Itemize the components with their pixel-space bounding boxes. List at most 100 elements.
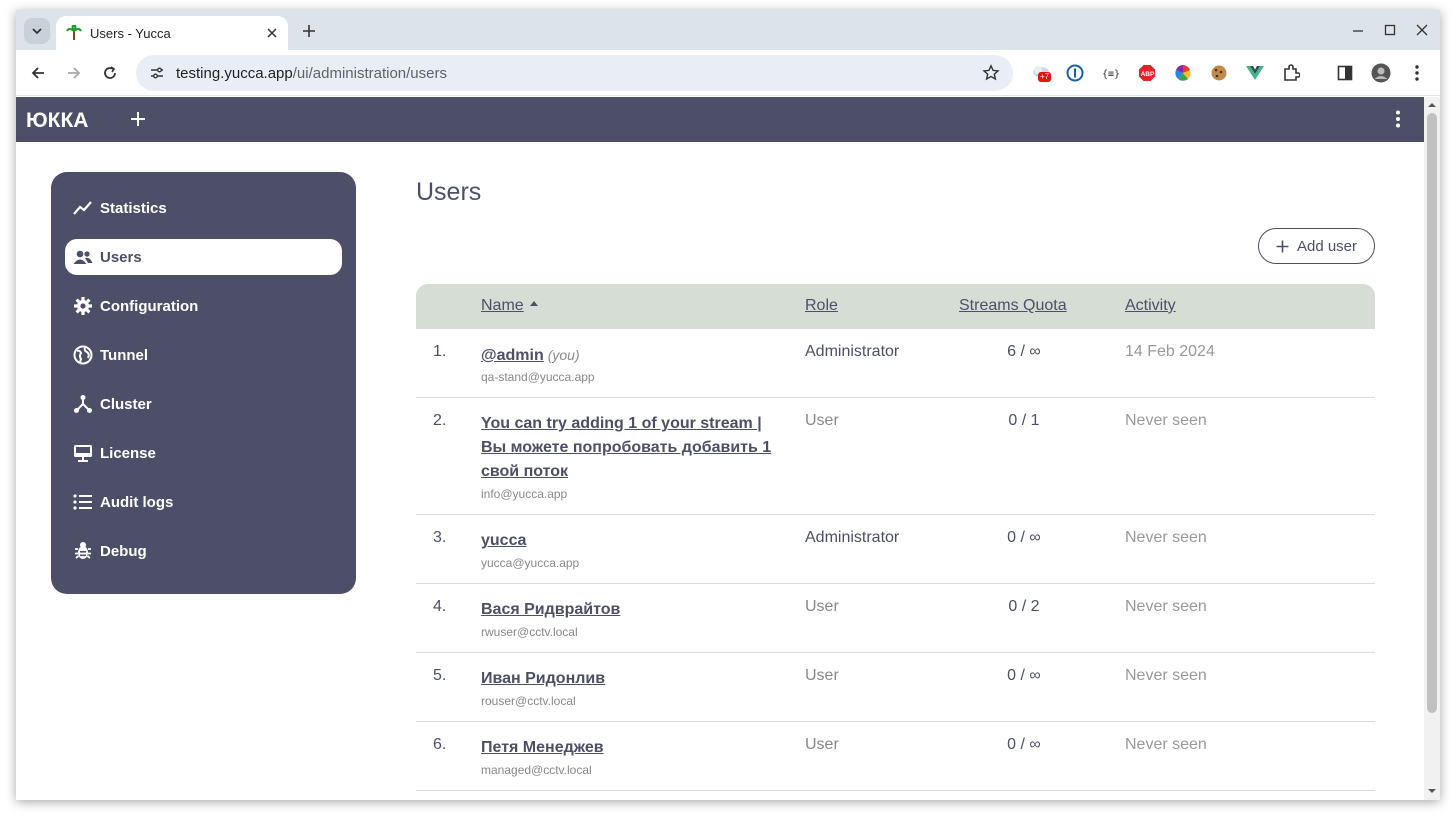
user-activity: 14 Feb 2024 [1125,343,1215,360]
sidebar-item-label: Audit logs [100,493,174,511]
column-header-name[interactable]: Name [481,297,538,315]
sidebar-item-users[interactable]: Users [65,239,342,275]
column-header-activity[interactable]: Activity [1125,297,1176,315]
user-name-link[interactable]: Вася Ридврайтов [481,598,781,622]
row-index: 4. [433,598,447,615]
kebab-menu-icon [1396,110,1400,128]
password-manager-extension-icon[interactable] [1064,62,1086,84]
table-header: Name Role Streams Quota Activity [416,284,1375,329]
user-email: info@yucca.app [481,487,568,501]
url-text: testing.yucca.app/ui/administration/user… [176,65,981,82]
browser-toolbar: testing.yucca.app/ui/administration/user… [16,50,1440,96]
arrow-right-icon [68,67,81,79]
user-name-link[interactable]: @admin (you) [481,343,781,368]
close-icon[interactable] [264,25,280,41]
window-close-button[interactable] [1414,22,1430,38]
user-activity: Never seen [1125,736,1207,753]
site-info-icon[interactable] [146,62,168,84]
user-streams-quota: 6 / ∞ [1007,343,1041,360]
cookie-extension-icon[interactable] [1208,62,1230,84]
sidebar-item-license[interactable]: License [65,435,342,471]
tab-title: Users - Yucca [90,25,171,41]
sidebar-item-tunnel[interactable]: Tunnel [65,337,342,373]
vue-devtools-extension-icon[interactable] [1244,62,1266,84]
user-role: Administrator [805,343,900,360]
minimize-icon [1353,30,1363,32]
user-role: User [805,667,839,684]
puzzle-extensions-icon[interactable] [1280,62,1302,84]
table-row: 5. Иван Ридонлив rouser@cctv.local User … [416,653,1375,722]
user-name-link[interactable]: Петя Менеджев [481,736,781,760]
plus-icon [1276,240,1289,253]
add-user-button[interactable]: Add user [1258,228,1375,264]
url-path: /ui/administration/users [292,64,447,82]
tab-strip: Users - Yucca [16,10,1440,50]
address-bar[interactable]: testing.yucca.app/ui/administration/user… [136,55,1013,91]
user-role: User [805,412,839,429]
users-table: Name Role Streams Quota Activity 1. @adm… [416,284,1375,791]
list-icon [73,492,93,512]
column-header-streams-quota[interactable]: Streams Quota [959,297,1067,315]
chevron-down-icon [32,28,42,35]
user-name-link[interactable]: Иван Ридонлив [481,667,781,691]
cluster-icon [73,394,93,414]
bookmark-star-icon[interactable] [981,63,1001,83]
sidebar-item-label: Cluster [100,395,152,413]
app-menu-button[interactable] [1390,109,1406,129]
column-header-role[interactable]: Role [805,297,838,315]
app-header: ЮККА [16,97,1424,142]
row-index: 6. [433,736,447,753]
table-row: 4. Вася Ридврайтов rwuser@cctv.local Use… [416,584,1375,653]
sidebar-item-debug[interactable]: Debug [65,533,342,569]
user-streams-quota: 0 / ∞ [1007,529,1041,546]
tab-search-button[interactable] [24,18,50,44]
forward-button[interactable] [64,63,84,83]
scroll-up-icon[interactable] [1428,101,1436,109]
sidebar-item-statistics[interactable]: Statistics [65,190,342,226]
gear-icon [73,296,93,316]
svg-text:ЮККА: ЮККА [26,109,88,130]
yucca-logo[interactable]: ЮККА [26,108,106,130]
plus-icon [303,25,315,37]
user-email: managed@cctv.local [481,763,592,777]
reload-icon [104,66,116,79]
sidebar-item-label: Configuration [100,297,199,315]
user-role: User [805,736,839,753]
sidebar-item-label: Users [100,248,142,266]
weather-extension-icon[interactable]: +7 [1030,62,1052,84]
json-extension-icon[interactable]: {≡} [1100,62,1122,84]
table-row: 3. yucca yucca@yucca.app Administrator 0… [416,515,1375,584]
sidebar-item-cluster[interactable]: Cluster [65,386,342,422]
table-row: 2. You can try adding 1 of your stream |… [416,398,1375,515]
bug-icon [73,541,93,561]
minimize-button[interactable] [1350,22,1366,38]
palm-tree-icon [66,25,82,40]
sidebar-item-configuration[interactable]: Configuration [65,288,342,324]
monitor-icon [73,443,93,463]
page-scrollbar[interactable] [1424,97,1440,800]
browser-menu-icon[interactable] [1406,62,1428,84]
close-icon [1416,24,1428,36]
side-panel-icon[interactable] [1334,62,1356,84]
sidebar-item-label: Statistics [100,199,167,217]
user-email: rouser@cctv.local [481,694,576,708]
new-tab-button[interactable] [298,20,320,42]
profile-avatar-icon[interactable] [1370,62,1392,84]
sidebar-item-label: Tunnel [100,346,149,364]
color-picker-extension-icon[interactable] [1172,62,1194,84]
scroll-down-icon[interactable] [1428,787,1436,795]
scroll-thumb[interactable] [1427,113,1437,713]
maximize-button[interactable] [1382,22,1398,38]
adblock-extension-icon[interactable]: ABP [1136,62,1158,84]
sidebar-item-audit-logs[interactable]: Audit logs [65,484,342,520]
back-button[interactable] [28,63,48,83]
user-streams-quota: 0 / ∞ [1007,736,1041,753]
reload-button[interactable] [100,63,120,83]
app-add-button[interactable] [128,109,148,129]
user-activity: Never seen [1125,667,1207,684]
tab-users[interactable]: Users - Yucca [56,16,288,50]
user-role: Administrator [805,529,900,546]
user-name-link[interactable]: yucca [481,529,781,553]
extension-badge: +7 [1038,72,1052,82]
user-name-link[interactable]: You can try adding 1 of your stream | Вы… [481,412,781,484]
